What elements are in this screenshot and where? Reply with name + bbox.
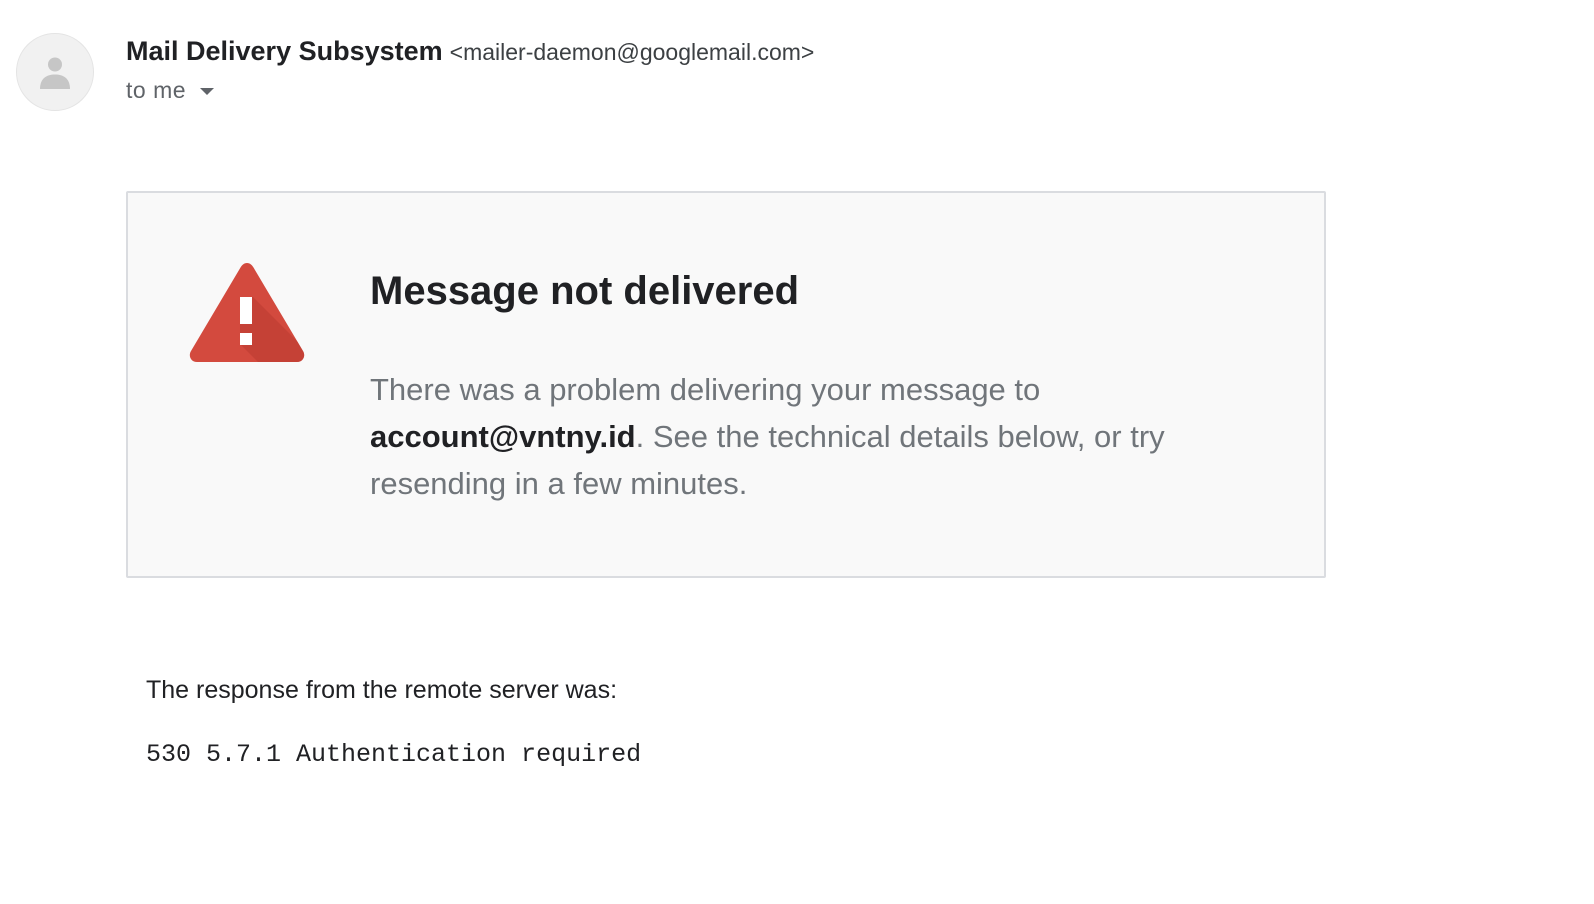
person-icon bbox=[40, 57, 70, 89]
response-code: 530 5.7.1 Authentication required bbox=[146, 740, 642, 769]
notice-body: There was a problem delivering your mess… bbox=[370, 366, 1190, 507]
sender-name[interactable]: Mail Delivery Subsystem bbox=[126, 36, 443, 67]
recipient-label: to me bbox=[126, 77, 187, 103]
response-label: The response from the remote server was: bbox=[146, 676, 618, 704]
failed-recipient-address: account@vntny.id bbox=[370, 419, 636, 454]
sender-line: Mail Delivery Subsystem <mailer-daemon@g… bbox=[126, 36, 814, 67]
sender-email[interactable]: <mailer-daemon@googlemail.com> bbox=[450, 39, 815, 66]
recipient-details-toggle[interactable]: to me bbox=[126, 77, 215, 104]
sender-avatar[interactable] bbox=[16, 33, 94, 111]
notice-title: Message not delivered bbox=[370, 269, 800, 313]
notice-body-intro: There was a problem delivering your mess… bbox=[370, 372, 1041, 407]
warning-icon bbox=[189, 263, 305, 362]
delivery-failure-notice: Message not delivered There was a proble… bbox=[126, 191, 1326, 578]
chevron-down-icon[interactable] bbox=[200, 88, 215, 95]
message-header: Mail Delivery Subsystem <mailer-daemon@g… bbox=[126, 36, 814, 104]
